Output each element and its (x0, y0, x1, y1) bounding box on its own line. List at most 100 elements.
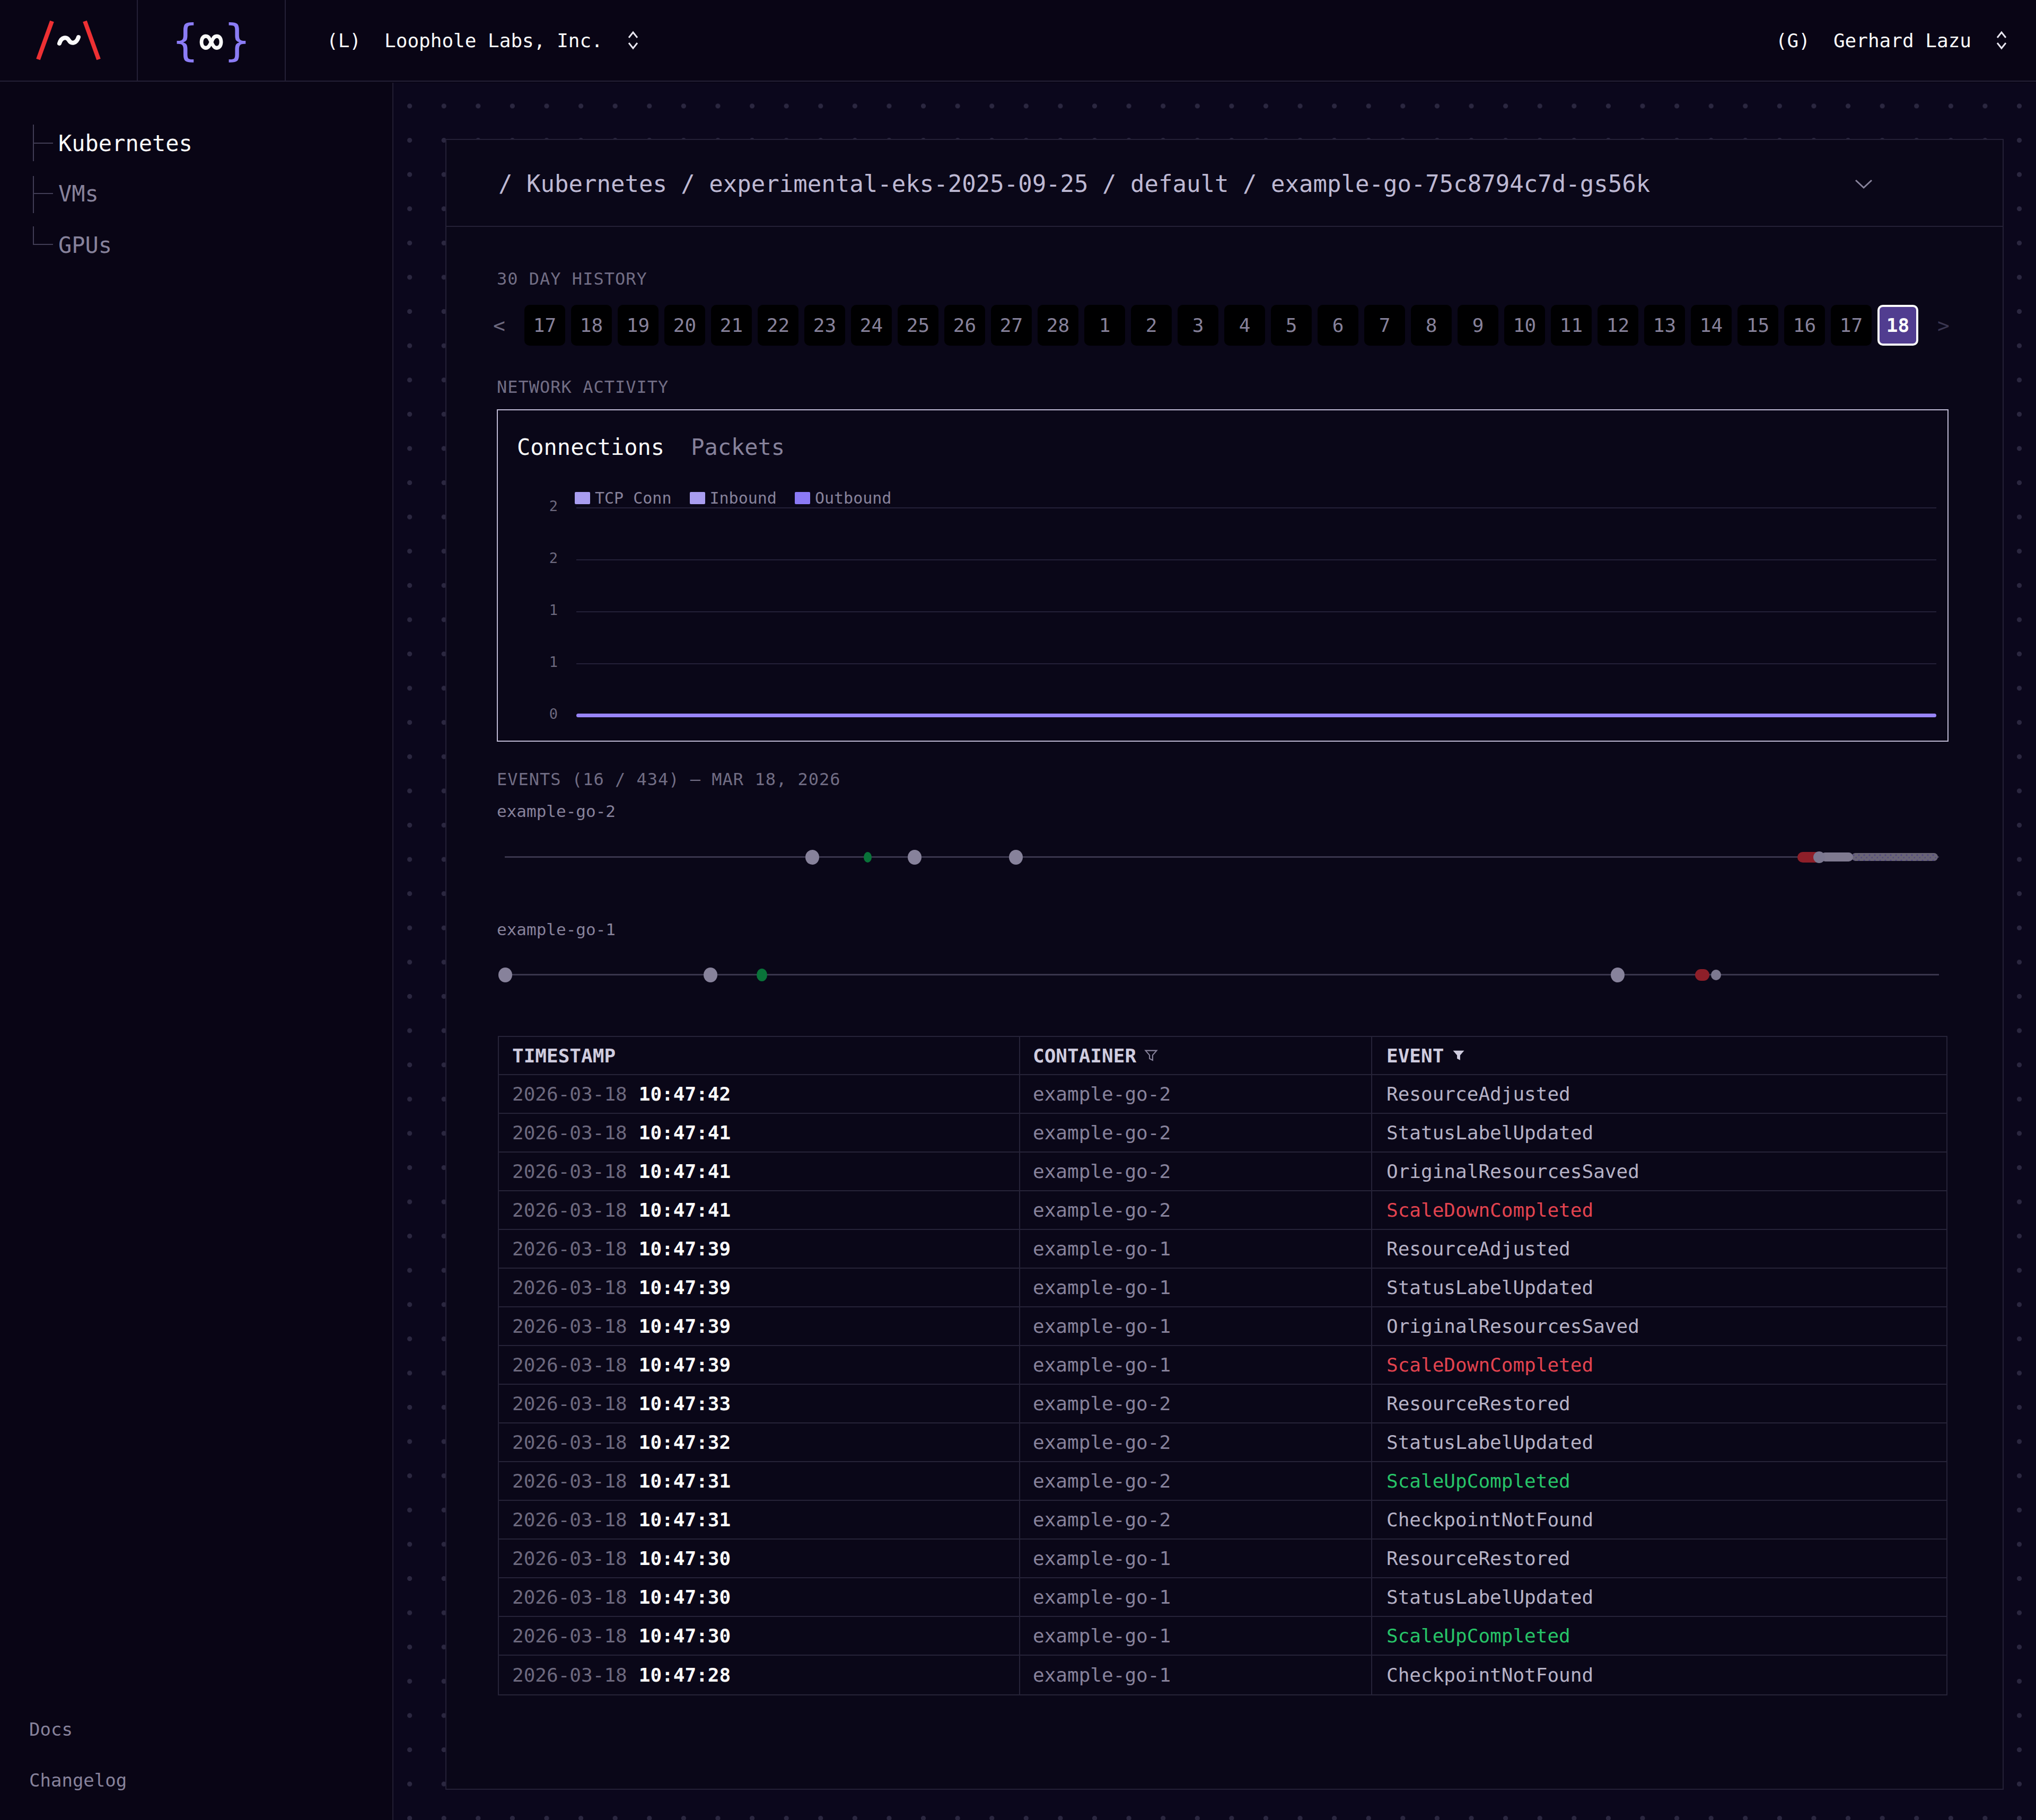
timeline-range-light[interactable] (1821, 852, 1853, 861)
network-tabs: Connections Packets (517, 434, 785, 460)
timeline-marker-dot[interactable] (1611, 968, 1625, 982)
timeline-marker-pill-red-sm[interactable] (1695, 969, 1709, 981)
timeline-marker-dot[interactable] (498, 968, 512, 982)
date-button[interactable]: 5 (1271, 305, 1312, 346)
date-button-selected[interactable]: 18 (1877, 305, 1918, 346)
column-header-event[interactable]: EVENT (1372, 1037, 1946, 1074)
cell-event: ScaleDownCompleted (1386, 1199, 1593, 1221)
tab-packets[interactable]: Packets (691, 434, 785, 460)
table-row[interactable]: 2026-03-1810:47:42example-go-2ResourceAd… (499, 1075, 1946, 1114)
cell-container: example-go-1 (1033, 1586, 1171, 1608)
table-row[interactable]: 2026-03-1810:47:31example-go-2Checkpoint… (499, 1501, 1946, 1540)
date-button[interactable]: 2 (1131, 305, 1172, 346)
sidebar-link-docs[interactable]: Docs (29, 1719, 73, 1740)
timeline-marker-dot[interactable] (1009, 850, 1023, 865)
table-row[interactable]: 2026-03-1810:47:41example-go-2ScaleDownC… (499, 1191, 1946, 1230)
table-row[interactable]: 2026-03-1810:47:30example-go-1ResourceRe… (499, 1540, 1946, 1578)
sidebar-item-vms[interactable]: VMs (0, 175, 392, 212)
table-row[interactable]: 2026-03-1810:47:30example-go-1StatusLabe… (499, 1578, 1946, 1617)
user-selector[interactable]: (G) Gerhard Lazu (1776, 0, 2008, 81)
date-button[interactable]: 19 (618, 305, 659, 346)
cell-container: example-go-1 (1033, 1315, 1171, 1337)
legend-item-tcp-conn[interactable]: TCP Conn (575, 489, 672, 507)
timeline-track[interactable] (505, 974, 1939, 975)
table-row[interactable]: 2026-03-1810:47:33example-go-2ResourceRe… (499, 1385, 1946, 1423)
date-button[interactable]: 27 (991, 305, 1032, 346)
date-button[interactable]: 4 (1224, 305, 1265, 346)
date-button[interactable]: 28 (1038, 305, 1078, 346)
table-row[interactable]: 2026-03-1810:47:30example-go-1ScaleUpCom… (499, 1617, 1946, 1656)
timeline-marker-dot-knob[interactable] (1711, 970, 1721, 980)
date-button[interactable]: 22 (758, 305, 798, 346)
table-row[interactable]: 2026-03-1810:47:39example-go-1OriginalRe… (499, 1307, 1946, 1346)
timeline-range-dotted[interactable] (1851, 853, 1938, 861)
date-button[interactable]: 25 (898, 305, 938, 346)
date-button[interactable]: 26 (944, 305, 985, 346)
table-row[interactable]: 2026-03-1810:47:41example-go-2OriginalRe… (499, 1153, 1946, 1191)
table-row[interactable]: 2026-03-1810:47:39example-go-1ResourceAd… (499, 1230, 1946, 1269)
timeline-marker-dot[interactable] (704, 968, 717, 982)
timeline-marker-dot-green-sm[interactable] (864, 852, 872, 863)
date-button[interactable]: 18 (571, 305, 612, 346)
table-row[interactable]: 2026-03-1810:47:32example-go-2StatusLabe… (499, 1423, 1946, 1462)
sidebar-item-kubernetes[interactable]: Kubernetes (0, 125, 392, 162)
date-button[interactable]: 11 (1551, 305, 1592, 346)
column-header-timestamp[interactable]: TIMESTAMP (499, 1037, 1020, 1074)
date-button[interactable]: 9 (1458, 305, 1498, 346)
cell-container: example-go-2 (1033, 1431, 1171, 1453)
table-row[interactable]: 2026-03-1810:47:31example-go-2ScaleUpCom… (499, 1462, 1946, 1501)
chart-ytick: 2 (518, 498, 558, 514)
date-next-button[interactable]: > (1937, 305, 1950, 346)
date-prev-button[interactable]: < (493, 305, 505, 346)
date-button[interactable]: 7 (1364, 305, 1405, 346)
date-button[interactable]: 6 (1318, 305, 1358, 346)
chart-ytick: 2 (518, 550, 558, 566)
date-button[interactable]: 1 (1084, 305, 1125, 346)
table-row[interactable]: 2026-03-1810:47:41example-go-2StatusLabe… (499, 1114, 1946, 1153)
timeline-marker-dot[interactable] (908, 850, 922, 865)
container-filter-icon[interactable] (1144, 1048, 1159, 1063)
legend-item-inbound[interactable]: Inbound (690, 489, 777, 507)
date-button[interactable]: 8 (1411, 305, 1452, 346)
date-button[interactable]: 20 (664, 305, 705, 346)
table-row[interactable]: 2026-03-1810:47:28example-go-1Checkpoint… (499, 1656, 1946, 1694)
chart-ytick: 0 (518, 706, 558, 722)
cell-date: 2026-03-18 (512, 1586, 627, 1608)
date-button[interactable]: 24 (851, 305, 892, 346)
breadcrumb-chevron-down-icon[interactable] (1854, 179, 1873, 189)
date-button[interactable]: 17 (1831, 305, 1872, 346)
event-filter-icon[interactable] (1451, 1048, 1466, 1063)
user-name: Gerhard Lazu (1833, 30, 1971, 51)
sidebar-link-changelog[interactable]: Changelog (29, 1770, 127, 1791)
infinity-cell[interactable]: { ∞ } (138, 0, 286, 81)
date-button[interactable]: 12 (1598, 305, 1638, 346)
date-button[interactable]: 16 (1784, 305, 1825, 346)
date-button[interactable]: 21 (711, 305, 752, 346)
timeline-marker-dot-green[interactable] (757, 969, 767, 981)
timeline-track[interactable] (505, 856, 1939, 858)
sidebar-item-gpus[interactable]: GPUs (0, 226, 392, 263)
date-button[interactable]: 14 (1691, 305, 1732, 346)
timeline-marker-dot[interactable] (805, 850, 819, 865)
app-header: { ∞ } (L) Loophole Labs, Inc. (G) Gerhar… (0, 0, 2036, 82)
main-area: / Kubernetes / experimental-eks-2025-09-… (393, 83, 2036, 1820)
chart-series-line (576, 714, 1936, 717)
date-button[interactable]: 13 (1644, 305, 1685, 346)
date-button[interactable]: 3 (1178, 305, 1218, 346)
cell-event: StatusLabelUpdated (1386, 1431, 1593, 1453)
date-button[interactable]: 10 (1504, 305, 1545, 346)
timeline-marker-knob[interactable] (1813, 851, 1825, 863)
cell-time: 10:47:39 (639, 1315, 731, 1337)
table-row[interactable]: 2026-03-1810:47:39example-go-1ScaleDownC… (499, 1346, 1946, 1385)
table-row[interactable]: 2026-03-1810:47:39example-go-1StatusLabe… (499, 1269, 1946, 1307)
date-button[interactable]: 15 (1737, 305, 1778, 346)
cell-time: 10:47:39 (639, 1277, 731, 1298)
date-button[interactable]: 23 (804, 305, 845, 346)
org-selector[interactable]: (L) Loophole Labs, Inc. (327, 0, 640, 81)
column-header-container[interactable]: CONTAINER (1020, 1037, 1372, 1074)
logo-cell[interactable] (0, 0, 138, 81)
tab-connections[interactable]: Connections (517, 434, 664, 460)
legend-item-outbound[interactable]: Outbound (795, 489, 892, 507)
date-button[interactable]: 17 (524, 305, 565, 346)
legend-swatch-icon (690, 492, 705, 504)
